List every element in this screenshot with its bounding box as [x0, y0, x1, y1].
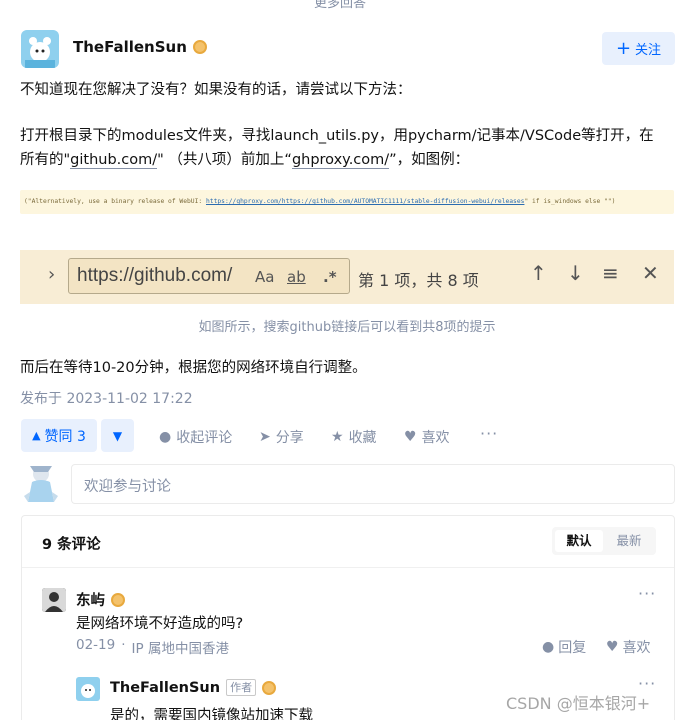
step-text-mid: " （共八项）前加上“	[157, 152, 292, 168]
follow-button[interactable]: + 关注	[602, 32, 675, 65]
answer-step-line1: 打开根目录下的modules文件夹，寻找launch_utils.py，用pyc…	[20, 128, 654, 144]
find-input-box: https://github.com/ Aa ab .*	[68, 258, 350, 294]
find-count: 第 1 项，共 8 项	[358, 271, 479, 290]
comment-input[interactable]: 欢迎参与讨论	[71, 464, 675, 504]
favorite-button[interactable]: ★ 收藏	[331, 427, 377, 447]
step-text-pre: 所有的"	[20, 152, 71, 168]
author-avatar[interactable]	[21, 30, 59, 68]
code-link: https://ghproxy.com/https://github.com/A…	[205, 198, 525, 205]
commenter-name[interactable]: 东屿	[76, 589, 105, 610]
favorite-label: 收藏	[348, 430, 377, 446]
watermark: CSDN @恒本银河+	[506, 694, 651, 713]
selection-lines-icon: ≡	[602, 261, 619, 285]
find-bar-image: › https://github.com/ Aa ab .* 第 1 项，共 8…	[20, 250, 674, 304]
sort-toggle: 默认 最新	[552, 527, 656, 555]
heart-icon: ♥	[606, 639, 619, 655]
share-label: 分享	[275, 430, 304, 446]
creator-badge-icon	[192, 40, 207, 54]
current-user-avatar	[22, 462, 60, 506]
code-snippet-image: ("Alternatively, use a binary release of…	[20, 190, 674, 214]
plus-icon: +	[615, 37, 632, 59]
answer-closing: 而后在等待10-20分钟，根据您的网络环境自行调整。	[20, 360, 367, 376]
regex-icon: .*	[323, 268, 337, 286]
reply-author-name[interactable]: TheFallenSun	[110, 680, 220, 696]
comment-like-label: 喜欢	[622, 640, 651, 656]
reply-label: 回复	[558, 640, 587, 656]
author-tag: 作者	[226, 679, 257, 696]
publish-time[interactable]: 发布于 2023-11-02 17:22	[20, 388, 193, 408]
more-answers-divider[interactable]: 更多回答	[0, 0, 680, 11]
paper-plane-icon: ➤	[259, 429, 271, 445]
vote-up-label: 赞同 3	[44, 428, 86, 445]
step-text-post: ”，如图例：	[389, 152, 470, 168]
vote-up-button[interactable]: ▲ 赞同 3	[21, 419, 97, 452]
commenter-avatar[interactable]	[42, 588, 66, 612]
comment-icon: ●	[159, 429, 172, 445]
reply-author-avatar[interactable]	[76, 677, 100, 701]
reply-text: 是的，需要国内镜像站加速下载	[110, 708, 313, 720]
vote-down-button[interactable]: ▼	[101, 419, 134, 452]
collapse-comments-label: 收起评论	[176, 430, 233, 446]
arrow-up-icon: ↑	[530, 261, 547, 285]
reply-author-badge-icon	[262, 680, 277, 695]
sort-latest-button[interactable]: 最新	[605, 530, 653, 552]
comment-location: IP 属地中国香港	[131, 641, 229, 657]
more-answers-label[interactable]: 更多回答	[299, 0, 380, 11]
comment-date: 02-19	[76, 637, 116, 653]
like-button[interactable]: ♥ 喜欢	[404, 427, 450, 447]
answer-intro: 不知道现在您解决了没有？如果没有的话，请尝试以下方法：	[20, 82, 412, 98]
close-icon: ✕	[642, 261, 659, 285]
comments-count: 9 条评论	[42, 537, 101, 553]
answer-step-line2: 所有的"github.com/" （共八项）前加上“ghproxy.com/”，…	[20, 148, 670, 172]
triangle-down-icon: ▼	[112, 428, 123, 443]
collapse-comments-button[interactable]: ● 收起评论	[159, 427, 232, 447]
triangle-up-icon: ▲	[32, 429, 41, 442]
comment-like-button[interactable]: ♥ 喜欢	[606, 637, 651, 657]
ghproxy-link[interactable]: ghproxy.com/	[291, 152, 390, 169]
match-case-icon: Aa	[255, 268, 275, 286]
whole-word-icon: ab	[287, 268, 306, 286]
like-label: 喜欢	[421, 430, 450, 446]
meta-separator: ·	[121, 637, 126, 653]
sort-default-button[interactable]: 默认	[555, 530, 603, 552]
find-text: https://github.com/	[77, 265, 233, 286]
arrow-down-icon: ↓	[567, 261, 584, 285]
commenter-badge-icon	[111, 592, 125, 607]
image-caption: 如图所示，搜索github链接后可以看到共8项的提示	[198, 320, 496, 335]
comment-more-button[interactable]: ···	[638, 584, 656, 603]
comments-header: 9 条评论 默认 最新	[22, 516, 674, 568]
code-post: " if is_windows else "")	[524, 198, 616, 205]
comment-text: 是网络环境不好造成的吗?	[76, 616, 244, 632]
reply-icon: ●	[542, 639, 555, 655]
share-button[interactable]: ➤ 分享	[259, 427, 304, 447]
reply-button[interactable]: ● 回复	[542, 637, 586, 657]
star-icon: ★	[331, 429, 344, 445]
author-name[interactable]: TheFallenSun	[73, 38, 187, 56]
follow-label: 关注	[635, 43, 662, 58]
github-link[interactable]: github.com/	[70, 152, 158, 169]
heart-icon: ♥	[404, 429, 417, 445]
more-actions-button[interactable]: ···	[480, 424, 498, 443]
code-pre: ("Alternatively, use a binary release of…	[24, 198, 206, 205]
chevron-right-icon: ›	[48, 264, 56, 285]
